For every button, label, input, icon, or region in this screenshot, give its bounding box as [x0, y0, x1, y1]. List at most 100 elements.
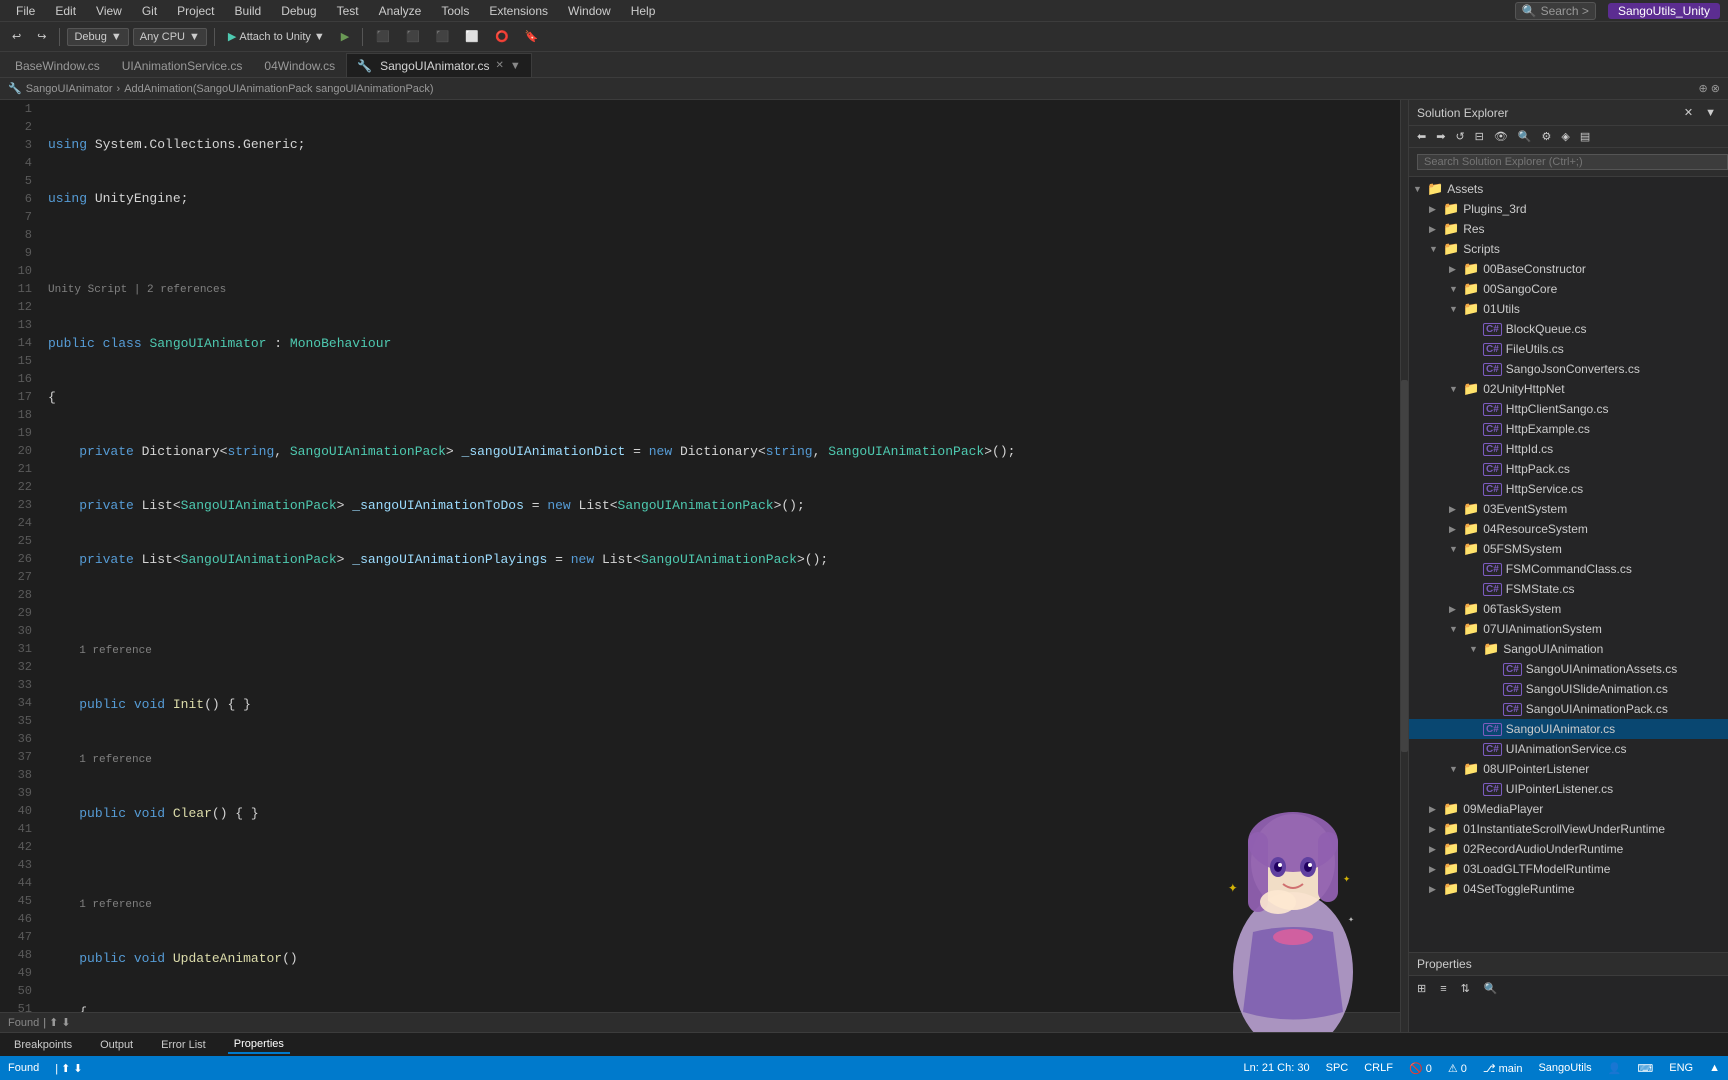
- tree-03event[interactable]: ▶ 📁 03EventSystem: [1409, 499, 1728, 519]
- panel-back-btn[interactable]: ⬅: [1413, 128, 1430, 145]
- folder-icon-00sango: 📁: [1463, 281, 1479, 297]
- tree-uianimationservice-cs[interactable]: ▶ C# UIAnimationService.cs: [1409, 739, 1728, 759]
- panel-settings-btn[interactable]: ⚙: [1538, 128, 1556, 145]
- scrollbar-vertical[interactable]: [1400, 100, 1408, 1032]
- props-grid-btn[interactable]: ⊞: [1413, 980, 1430, 997]
- menu-tools[interactable]: Tools: [433, 2, 477, 20]
- menu-view[interactable]: View: [88, 2, 130, 20]
- redo-btn[interactable]: ↪: [31, 28, 52, 45]
- toolbar-bookmark-btn[interactable]: 🔖: [519, 28, 545, 45]
- menu-test[interactable]: Test: [329, 2, 367, 20]
- tree-plugins3rd[interactable]: ▶ 📁 Plugins_3rd: [1409, 199, 1728, 219]
- bottom-tab-properties[interactable]: Properties: [228, 1036, 290, 1054]
- panel-refresh-btn[interactable]: ↺: [1451, 128, 1468, 145]
- tree-00sango[interactable]: ▼ 📁 00SangoCore: [1409, 279, 1728, 299]
- tree-05fsm[interactable]: ▼ 📁 05FSMSystem: [1409, 539, 1728, 559]
- tree-label-blockqueue: BlockQueue.cs: [1506, 322, 1587, 336]
- tree-02record[interactable]: ▶ 📁 02RecordAudioUnderRuntime: [1409, 839, 1728, 859]
- props-sort-btn[interactable]: ⇅: [1457, 980, 1474, 997]
- tree-04set[interactable]: ▶ 📁 04SetToggleRuntime: [1409, 879, 1728, 899]
- props-list-btn[interactable]: ≡: [1436, 981, 1450, 997]
- toolbar-breakpoint-btn[interactable]: ⭕: [489, 28, 515, 45]
- tree-fileutils[interactable]: ▶ C# FileUtils.cs: [1409, 339, 1728, 359]
- tree-httppack[interactable]: ▶ C# HttpPack.cs: [1409, 459, 1728, 479]
- tree-02unity[interactable]: ▼ 📁 02UnityHttpNet: [1409, 379, 1728, 399]
- toolbar-extra-4[interactable]: ⬜: [459, 28, 485, 45]
- search-box[interactable]: 🔍 Search >: [1515, 2, 1596, 20]
- tree-httpid[interactable]: ▶ C# HttpId.cs: [1409, 439, 1728, 459]
- tab-basewindow-label: BaseWindow.cs: [15, 59, 100, 73]
- tab-04window[interactable]: 04Window.cs: [253, 53, 346, 77]
- tree-08pointer[interactable]: ▼ 📁 08UIPointerListener: [1409, 759, 1728, 779]
- run-btn[interactable]: ▶: [335, 28, 355, 45]
- menu-file[interactable]: File: [8, 2, 43, 20]
- tree-uipointerlistener[interactable]: ▶ C# UIPointerListener.cs: [1409, 779, 1728, 799]
- tab-basewindow[interactable]: BaseWindow.cs: [4, 53, 111, 77]
- code-editor[interactable]: 1 2 3 4 5 6 7 8 9 10 11 12 13 14 15 16 1…: [0, 100, 1408, 1032]
- panel-show-all-btn[interactable]: 👁: [1490, 128, 1512, 145]
- tab-sangoui-animator[interactable]: 🔧 SangoUIAnimator.cs ✕ ▼: [346, 53, 532, 77]
- menu-analyze[interactable]: Analyze: [371, 2, 430, 20]
- solution-explorer-title: Solution Explorer: [1417, 106, 1508, 120]
- menu-window[interactable]: Window: [560, 2, 619, 20]
- tree-sangoanimator-cs[interactable]: ▶ C# SangoUIAnimator.cs: [1409, 719, 1728, 739]
- tree-09media[interactable]: ▶ 📁 09MediaPlayer: [1409, 799, 1728, 819]
- code-content-area[interactable]: using System.Collections.Generic; using …: [40, 100, 1408, 1012]
- cs-icon-uiservice: C#: [1483, 743, 1502, 756]
- search-solution-input[interactable]: [1417, 154, 1728, 170]
- panel-forward-btn[interactable]: ➡: [1432, 128, 1449, 145]
- tree-sangojson[interactable]: ▶ C# SangoJsonConverters.cs: [1409, 359, 1728, 379]
- panel-git-btn[interactable]: ◈: [1557, 128, 1573, 145]
- panel-options-btn[interactable]: ▼: [1701, 104, 1720, 121]
- menu-project[interactable]: Project: [169, 2, 222, 20]
- menu-git[interactable]: Git: [134, 2, 165, 20]
- tree-httpexample[interactable]: ▶ C# HttpExample.cs: [1409, 419, 1728, 439]
- toolbar-extra-3[interactable]: ⬛: [430, 28, 456, 45]
- tree-sangoslide[interactable]: ▶ C# SangoUISlideAnimation.cs: [1409, 679, 1728, 699]
- tree-fsmcommand[interactable]: ▶ C# FSMCommandClass.cs: [1409, 559, 1728, 579]
- scrollbar-thumb[interactable]: [1401, 380, 1408, 753]
- toolbar-extra-2[interactable]: ⬛: [400, 28, 426, 45]
- tree-04resource[interactable]: ▶ 📁 04ResourceSystem: [1409, 519, 1728, 539]
- menu-extensions[interactable]: Extensions: [481, 2, 556, 20]
- bottom-tab-errorlist[interactable]: Error List: [155, 1037, 212, 1053]
- bottom-tab-breakpoints[interactable]: Breakpoints: [8, 1037, 78, 1053]
- props-filter-btn[interactable]: 🔍: [1480, 980, 1502, 997]
- tree-scripts[interactable]: ▼ 📁 Scripts: [1409, 239, 1728, 259]
- menu-edit[interactable]: Edit: [47, 2, 84, 20]
- tree-httpclient[interactable]: ▶ C# HttpClientSango.cs: [1409, 399, 1728, 419]
- panel-filter-btn[interactable]: 🔍: [1514, 128, 1536, 145]
- tree-res[interactable]: ▶ 📁 Res: [1409, 219, 1728, 239]
- panel-close-btn[interactable]: ✕: [1680, 104, 1697, 121]
- tab-close-btn[interactable]: ✕: [495, 60, 503, 71]
- menu-debug[interactable]: Debug: [273, 2, 324, 20]
- platform-dropdown[interactable]: Any CPU ▼: [133, 28, 207, 46]
- tree-01instantiate[interactable]: ▶ 📁 01InstantiateScrollViewUnderRuntime: [1409, 819, 1728, 839]
- tree-07ui[interactable]: ▼ 📁 07UIAnimationSystem: [1409, 619, 1728, 639]
- search-icon: 🔍: [1522, 4, 1537, 18]
- tree-assets[interactable]: ▼ 📁 Assets: [1409, 179, 1728, 199]
- attach-unity-btn[interactable]: ▶ Attach to Unity ▼: [222, 28, 331, 45]
- tree-fsmstate[interactable]: ▶ C# FSMState.cs: [1409, 579, 1728, 599]
- tree-00base[interactable]: ▶ 📁 00BaseConstructor: [1409, 259, 1728, 279]
- tree-blockqueue[interactable]: ▶ C# BlockQueue.cs: [1409, 319, 1728, 339]
- tree-sangopack[interactable]: ▶ C# SangoUIAnimationPack.cs: [1409, 699, 1728, 719]
- tab-uianimationservice[interactable]: UIAnimationService.cs: [111, 53, 254, 77]
- tab-options-icon[interactable]: ▼: [510, 60, 521, 72]
- tree-label-httpservice: HttpService.cs: [1506, 482, 1583, 496]
- bottom-tab-output[interactable]: Output: [94, 1037, 139, 1053]
- panel-collapse-btn[interactable]: ⊟: [1471, 128, 1488, 145]
- tree-03load[interactable]: ▶ 📁 03LoadGLTFModelRuntime: [1409, 859, 1728, 879]
- tree-06task[interactable]: ▶ 📁 06TaskSystem: [1409, 599, 1728, 619]
- menu-help[interactable]: Help: [623, 2, 664, 20]
- folder-icon-res: 📁: [1443, 221, 1459, 237]
- panel-preview-btn[interactable]: ▤: [1576, 128, 1594, 145]
- tree-sangoui-folder[interactable]: ▼ 📁 SangoUIAnimation: [1409, 639, 1728, 659]
- undo-btn[interactable]: ↩: [6, 28, 27, 45]
- menu-build[interactable]: Build: [227, 2, 270, 20]
- tree-01utils[interactable]: ▼ 📁 01Utils: [1409, 299, 1728, 319]
- config-dropdown[interactable]: Debug ▼: [67, 28, 128, 46]
- toolbar-extra-1[interactable]: ⬛: [370, 28, 396, 45]
- tree-httpservice[interactable]: ▶ C# HttpService.cs: [1409, 479, 1728, 499]
- tree-sangoassets[interactable]: ▶ C# SangoUIAnimationAssets.cs: [1409, 659, 1728, 679]
